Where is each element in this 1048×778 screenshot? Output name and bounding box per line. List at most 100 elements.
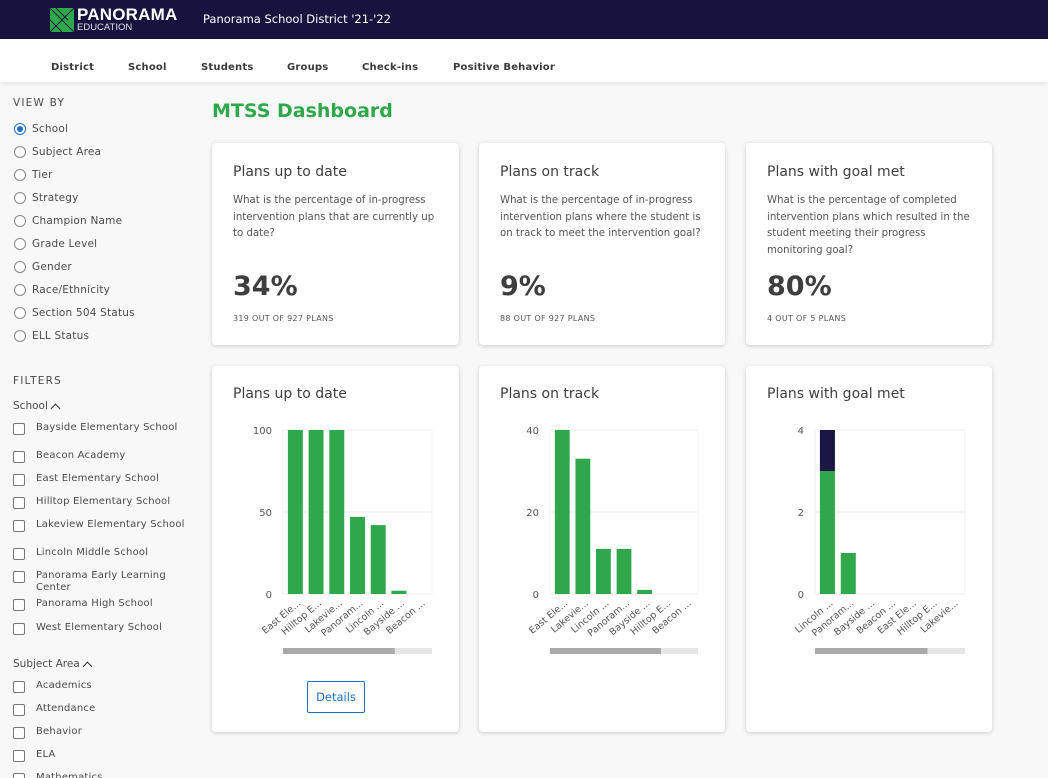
radio-selected-icon[interactable] <box>14 123 26 135</box>
subject-filter-option[interactable]: ELA <box>13 749 186 762</box>
bar[interactable] <box>329 430 345 594</box>
view-by-option[interactable]: Subject Area <box>14 145 101 159</box>
checkbox-icon[interactable] <box>13 423 25 435</box>
school-filter-option[interactable]: Hilltop Elementary School <box>13 496 186 509</box>
nav-students[interactable]: Students <box>201 62 254 73</box>
subject-filter-label: Attendance <box>36 703 96 714</box>
bar[interactable] <box>287 430 303 594</box>
chart-scrollbar-thumb[interactable] <box>550 648 661 654</box>
view-by-title: VIEW BY <box>13 97 66 109</box>
card-title: Plans up to date <box>233 164 347 180</box>
chart-scrollbar-thumb[interactable] <box>815 648 928 654</box>
nav-school[interactable]: School <box>128 62 167 73</box>
school-filter-option[interactable]: Lincoln Middle School <box>13 547 186 560</box>
checkbox-icon[interactable] <box>13 474 25 486</box>
checkbox-icon[interactable] <box>13 451 25 463</box>
logo-mark-icon <box>50 7 74 32</box>
checkbox-icon[interactable] <box>13 623 25 635</box>
school-filter-option[interactable]: Bayside Elementary School <box>13 422 186 435</box>
bar[interactable] <box>554 430 570 594</box>
chart-scrollbar-thumb[interactable] <box>283 648 395 654</box>
subject-filter-option[interactable]: Academics <box>13 680 186 693</box>
view-by-label: ELL Status <box>32 330 90 342</box>
y-tick-label: 40 <box>526 426 539 437</box>
school-filter-toggle[interactable]: School <box>13 400 61 413</box>
school-filter-option[interactable]: Panorama Early Learning Center <box>13 570 186 594</box>
subject-filter-option[interactable]: Behavior <box>13 726 186 739</box>
view-by-option[interactable]: Tier <box>14 168 53 182</box>
radio-icon[interactable] <box>14 215 26 227</box>
nav-check-ins[interactable]: Check-ins <box>362 62 418 73</box>
subject-filter-option[interactable]: Attendance <box>13 703 186 716</box>
radio-icon[interactable] <box>14 238 26 250</box>
bar[interactable] <box>350 516 365 594</box>
school-filter-label: Bayside Elementary School <box>36 422 178 433</box>
radio-icon[interactable] <box>14 261 26 273</box>
bar[interactable] <box>308 430 324 594</box>
view-by-label: Section 504 Status <box>32 307 135 319</box>
school-filter-label: Lincoln Middle School <box>36 547 149 558</box>
checkbox-icon[interactable] <box>13 548 25 560</box>
view-by-option[interactable]: Champion Name <box>14 214 122 228</box>
nav-groups[interactable]: Groups <box>287 62 328 73</box>
nav-positive-behavior[interactable]: Positive Behavior <box>453 62 555 73</box>
chart-card-goal-met: Plans with goal met 0 2 4 Lincoln ... Panora… <box>746 366 992 732</box>
bar-segment[interactable] <box>819 430 835 471</box>
radio-icon[interactable] <box>14 307 26 319</box>
radio-icon[interactable] <box>14 146 26 158</box>
view-by-option[interactable]: Gender <box>14 260 72 274</box>
checkbox-icon[interactable] <box>13 571 25 583</box>
view-by-label: Strategy <box>32 192 79 204</box>
radio-icon[interactable] <box>14 330 26 342</box>
school-filter-option[interactable]: East Elementary School <box>13 473 186 486</box>
checkbox-icon[interactable] <box>13 599 25 611</box>
subject-filter-label: Mathematics <box>36 772 103 778</box>
bar[interactable] <box>370 525 386 594</box>
radio-icon[interactable] <box>14 284 26 296</box>
panorama-logo[interactable]: PANORAMA EDUCATION <box>50 6 177 33</box>
sidebar: VIEW BY School Subject Area Tier Strategy Ch… <box>0 82 200 778</box>
view-by-option[interactable]: School <box>14 122 68 136</box>
school-filter-label: East Elementary School <box>36 473 160 484</box>
subject-filter-option[interactable]: Mathematics <box>13 772 186 778</box>
school-filter-label: West Elementary School <box>36 622 163 633</box>
checkbox-icon[interactable] <box>13 520 25 532</box>
radio-icon[interactable] <box>14 169 26 181</box>
view-by-option[interactable]: Strategy <box>14 191 79 205</box>
school-filter-option[interactable]: West Elementary School <box>13 622 186 635</box>
checkbox-icon[interactable] <box>13 750 25 762</box>
view-by-label: Grade Level <box>32 238 98 250</box>
bar-segment[interactable] <box>819 471 835 594</box>
subject-filter-toggle[interactable]: Subject Area <box>13 658 93 671</box>
card-title: Plans on track <box>500 164 600 180</box>
radio-icon[interactable] <box>14 192 26 204</box>
view-by-option[interactable]: ELL Status <box>14 329 89 343</box>
top-bar: PANORAMA EDUCATION Panorama School Distr… <box>0 0 1048 39</box>
bar[interactable] <box>637 589 652 594</box>
school-filter-option[interactable]: Beacon Academy <box>13 450 186 463</box>
school-filter-option[interactable]: Panorama High School <box>13 598 186 611</box>
bar-segment[interactable] <box>840 553 856 594</box>
card-description: What is the percentage of in-progress in… <box>500 195 701 239</box>
y-tick-label: 20 <box>526 508 539 519</box>
bar[interactable] <box>391 590 407 594</box>
checkbox-icon[interactable] <box>13 727 25 739</box>
bar[interactable] <box>596 548 611 594</box>
district-selector[interactable]: Panorama School District '21-'22 <box>203 12 391 26</box>
checkbox-icon[interactable] <box>13 773 25 778</box>
bar-chart-on-track: 02040East Ele...Lakevie...Lincoln ...Pan… <box>526 426 699 654</box>
bar-chart-up-to-date: 050100East Ele...Hilltop E...Lakevie...P… <box>253 426 433 654</box>
nav-district[interactable]: District <box>51 62 94 73</box>
school-filter-option[interactable]: Lakeview Elementary School <box>13 519 186 532</box>
y-tick-label: 50 <box>259 508 272 519</box>
bar[interactable] <box>575 458 591 594</box>
view-by-option[interactable]: Race/Ethnicity <box>14 283 110 297</box>
view-by-option[interactable]: Grade Level <box>14 237 97 251</box>
checkbox-icon[interactable] <box>13 681 25 693</box>
details-button[interactable]: Details <box>307 681 365 713</box>
checkbox-icon[interactable] <box>13 497 25 509</box>
bar[interactable] <box>616 548 632 594</box>
checkbox-icon[interactable] <box>13 704 25 716</box>
chart-card-on-track: Plans on track 0 20 40 East Ele... Lakevie..… <box>479 366 725 732</box>
view-by-option[interactable]: Section 504 Status <box>14 306 135 320</box>
